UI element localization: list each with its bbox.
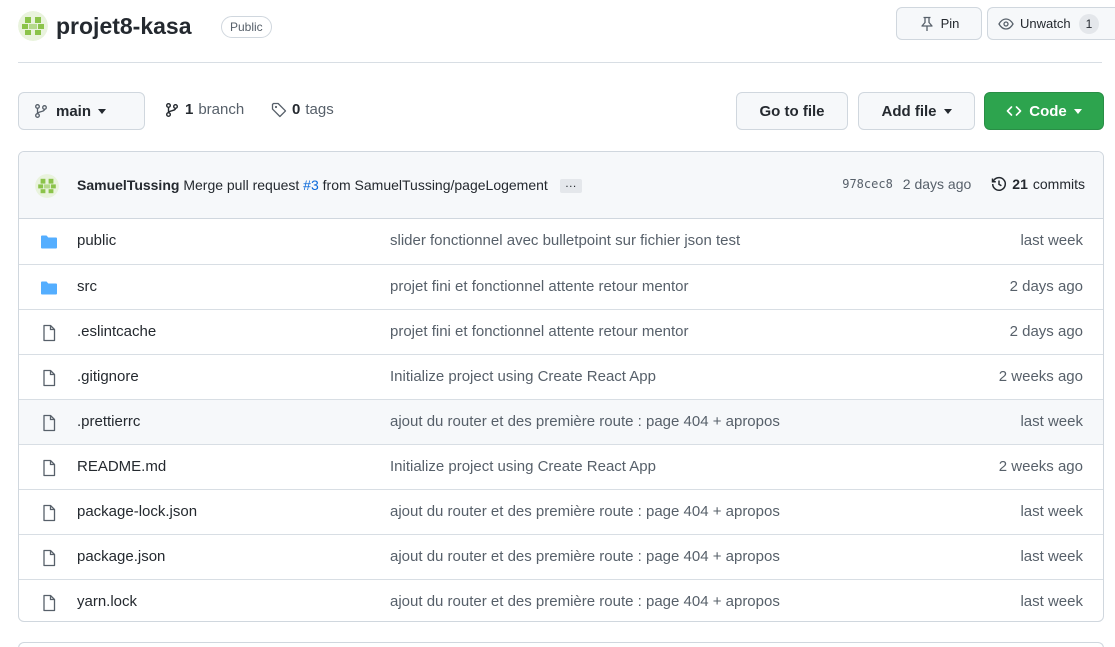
file-row[interactable]: src projet fini et fonctionnel attente re… [19, 264, 1103, 309]
branches-count: 1 [185, 101, 194, 118]
go-to-file-button[interactable]: Go to file [736, 92, 848, 130]
file-name-link[interactable]: package.json [77, 548, 165, 565]
file-commit-age: last week [1020, 548, 1083, 565]
file-browser: SamuelTussing Merge pull request #3 from… [18, 151, 1104, 622]
chevron-down-icon [943, 108, 952, 114]
repo-name-link[interactable]: projet8-kasa [56, 13, 192, 40]
branch-name: main [56, 102, 92, 120]
file-row[interactable]: .gitignore Initialize project using Creat… [19, 354, 1103, 399]
commit-age: 2 days ago [902, 176, 972, 192]
file-name-link[interactable]: .eslintcache [77, 323, 156, 340]
unwatch-label: Unwatch [1020, 16, 1071, 31]
chevron-down-icon [1073, 108, 1082, 114]
unwatch-button[interactable]: Unwatch 1 [987, 7, 1115, 40]
expand-commit-button[interactable]: … [559, 177, 582, 194]
eye-icon [998, 17, 1014, 30]
readme-box-edge [18, 642, 1104, 647]
commits-count: 21 [1012, 176, 1028, 192]
file-commit-age: 2 weeks ago [998, 368, 1083, 385]
file-name-link[interactable]: .gitignore [77, 368, 139, 385]
file-name-link[interactable]: .prettierrc [77, 413, 140, 430]
file-commit-age: 2 days ago [1009, 323, 1083, 340]
tags-count: 0 [292, 101, 301, 118]
header-divider [18, 62, 1102, 63]
file-commit-age: 2 days ago [1009, 278, 1083, 295]
file-row[interactable]: package-lock.json ajout du router et des … [19, 489, 1103, 534]
git-branch-icon [35, 104, 47, 118]
repo-header: projet8-kasa Public Pin Unwatch 1 [18, 6, 1115, 46]
file-row[interactable]: README.md Initialize project using Create… [19, 444, 1103, 489]
add-file-button[interactable]: Add file [858, 92, 975, 130]
file-commit-age: last week [1020, 593, 1083, 610]
file-icon [43, 459, 56, 477]
code-icon [1006, 106, 1022, 116]
file-icon [43, 504, 56, 522]
file-commit-message-link[interactable]: slider fonctionnel avec bulletpoint sur … [390, 232, 740, 249]
file-commit-message-link[interactable]: ajout du router et des première route : … [390, 503, 780, 520]
file-commit-message-link[interactable]: Initialize project using Create React Ap… [390, 368, 656, 385]
pull-request-link[interactable]: #3 [303, 177, 319, 193]
commit-message: SamuelTussing Merge pull request #3 from… [77, 177, 582, 194]
pin-button[interactable]: Pin [896, 7, 982, 40]
commit-sha-link[interactable]: 978cec8 [842, 177, 893, 191]
branches-link[interactable]: 1 branch [164, 101, 244, 118]
tags-link[interactable]: 0 tags [271, 101, 334, 118]
pin-label: Pin [940, 16, 960, 31]
file-name-link[interactable]: public [77, 232, 116, 249]
git-branch-icon [166, 102, 178, 117]
commit-meta: 978cec8 2 days ago 21 commits [842, 176, 1085, 192]
file-row[interactable]: yarn.lock ajout du router et des première… [19, 579, 1103, 621]
commit-author-link[interactable]: SamuelTussing [77, 177, 179, 193]
latest-commit-bar: SamuelTussing Merge pull request #3 from… [19, 152, 1103, 219]
pin-icon [920, 16, 933, 31]
file-commit-age: last week [1020, 503, 1083, 520]
commit-message-prefix[interactable]: Merge pull request [183, 177, 299, 193]
file-icon [43, 369, 56, 387]
visibility-badge: Public [221, 16, 272, 38]
branches-label: branch [198, 101, 245, 118]
file-name-link[interactable]: package-lock.json [77, 503, 197, 520]
code-button[interactable]: Code [984, 92, 1104, 130]
code-label: Code [1029, 102, 1067, 120]
file-icon [43, 414, 56, 432]
file-commit-age: 2 weeks ago [998, 458, 1083, 475]
commits-history-link[interactable]: 21 commits [991, 176, 1085, 192]
commits-label: commits [1032, 176, 1085, 192]
file-commit-message-link[interactable]: projet fini et fonctionnel attente retou… [390, 278, 689, 295]
folder-icon [41, 235, 57, 249]
file-icon [43, 594, 56, 612]
file-icon [43, 549, 56, 567]
watchers-count: 1 [1078, 13, 1100, 34]
file-icon [43, 324, 56, 342]
file-commit-message-link[interactable]: ajout du router et des première route : … [390, 413, 780, 430]
file-commit-message-link[interactable]: Initialize project using Create React Ap… [390, 458, 656, 475]
history-icon [992, 176, 1007, 191]
file-commit-message-link[interactable]: ajout du router et des première route : … [390, 548, 780, 565]
file-commit-message-link[interactable]: projet fini et fonctionnel attente retou… [390, 323, 689, 340]
file-name-link[interactable]: README.md [77, 458, 166, 475]
add-file-label: Add file [881, 102, 937, 120]
commit-message-suffix[interactable]: from SamuelTussing/pageLogement [323, 177, 548, 193]
file-commit-age: last week [1020, 232, 1083, 249]
file-commit-age: last week [1020, 413, 1083, 430]
tags-label: tags [305, 101, 334, 118]
file-name-link[interactable]: yarn.lock [77, 593, 137, 610]
branch-select-button[interactable]: main [18, 92, 145, 130]
tag-icon [271, 102, 287, 117]
go-to-file-label: Go to file [759, 102, 825, 120]
chevron-down-icon [98, 108, 107, 114]
file-commit-message-link[interactable]: ajout du router et des première route : … [390, 593, 780, 610]
author-avatar[interactable] [35, 174, 59, 198]
folder-icon [41, 281, 57, 295]
file-row[interactable]: .prettierrc ajout du router et des premiè… [19, 399, 1103, 444]
file-row[interactable]: .eslintcache projet fini et fonctionnel a… [19, 309, 1103, 354]
file-row[interactable]: package.json ajout du router et des premi… [19, 534, 1103, 579]
repo-owner-avatar[interactable] [18, 11, 48, 41]
file-name-link[interactable]: src [77, 278, 97, 295]
file-row[interactable]: public slider fonctionnel avec bulletpoin… [19, 219, 1103, 264]
